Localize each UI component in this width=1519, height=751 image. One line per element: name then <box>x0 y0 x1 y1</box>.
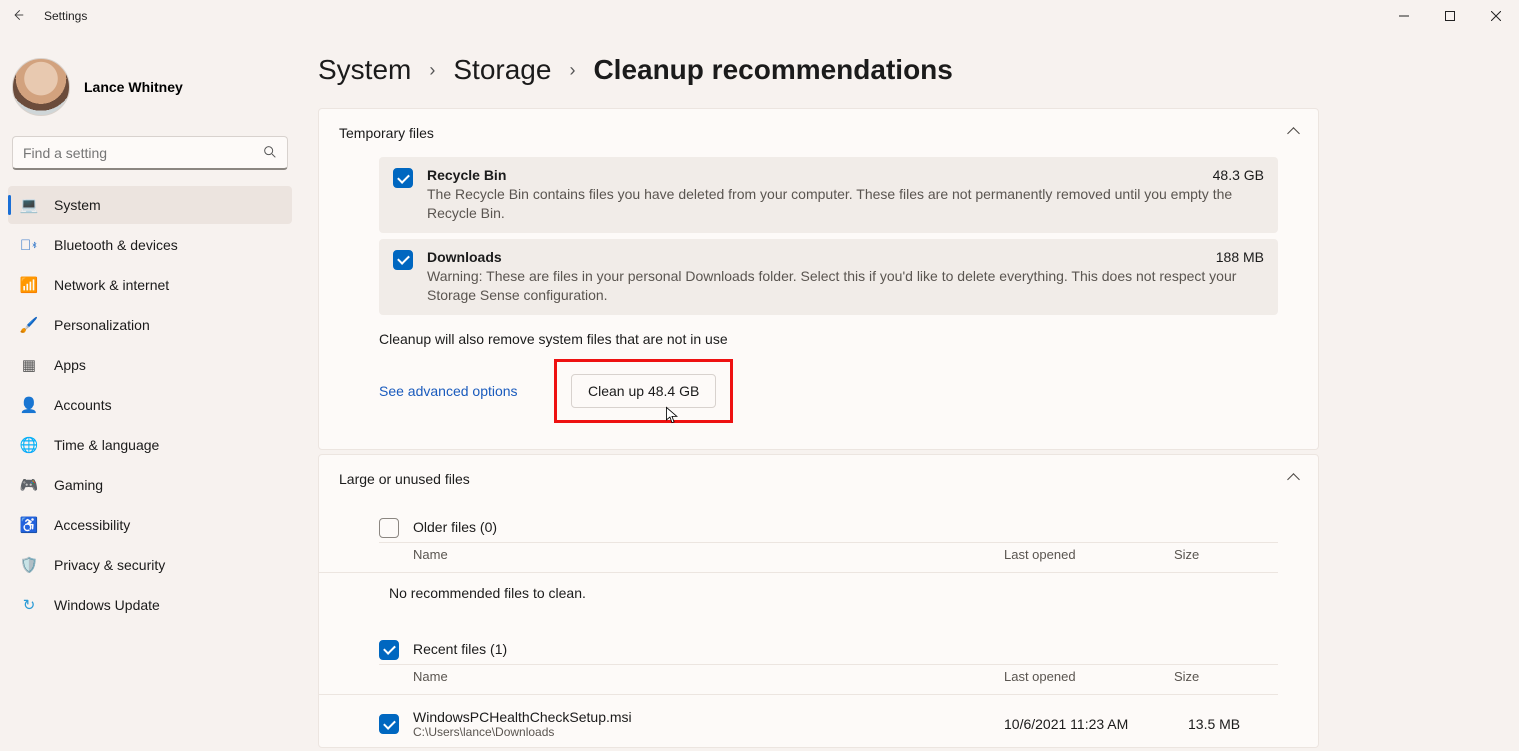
chevron-right-icon: › <box>429 60 435 81</box>
downloads-size: 188 MB <box>1216 249 1264 265</box>
sidebar-item-personalization[interactable]: 🖌️ Personalization <box>8 306 292 344</box>
time-language-icon: 🌐 <box>20 436 38 454</box>
sidebar-item-accounts[interactable]: 👤 Accounts <box>8 386 292 424</box>
breadcrumb-system[interactable]: System <box>318 54 411 86</box>
chevron-up-icon <box>1289 471 1298 487</box>
avatar <box>12 58 70 116</box>
page-title: Cleanup recommendations <box>593 54 952 86</box>
section-header-temporary[interactable]: Temporary files <box>319 109 1318 157</box>
file-path: C:\Users\lance\Downloads <box>413 725 990 739</box>
downloads-item: Downloads 188 MB Warning: These are file… <box>379 239 1278 315</box>
section-title: Large or unused files <box>339 471 470 487</box>
file-row[interactable]: WindowsPCHealthCheckSetup.msi C:\Users\l… <box>379 701 1278 743</box>
privacy-icon: 🛡️ <box>20 556 38 574</box>
downloads-title: Downloads <box>427 249 502 265</box>
col-name: Name <box>413 547 1004 562</box>
sidebar-item-system[interactable]: 💻 System <box>8 186 292 224</box>
cursor-icon <box>665 406 679 427</box>
sidebar-item-label: Network & internet <box>54 277 169 293</box>
downloads-desc: Warning: These are files in your persona… <box>427 267 1264 305</box>
sidebar-item-label: System <box>54 197 101 213</box>
network-icon: 📶 <box>20 276 38 294</box>
recycle-bin-item: Recycle Bin 48.3 GB The Recycle Bin cont… <box>379 157 1278 233</box>
recent-files-label: Recent files (1) <box>413 641 507 657</box>
sidebar-item-apps[interactable]: ▦ Apps <box>8 346 292 384</box>
highlight-box: Clean up 48.4 GB <box>554 359 733 423</box>
personalization-icon: 🖌️ <box>20 316 38 334</box>
sidebar-item-label: Time & language <box>54 437 159 453</box>
sidebar-item-windows-update[interactable]: ↻ Windows Update <box>8 586 292 624</box>
see-advanced-link[interactable]: See advanced options <box>379 383 518 399</box>
recent-files-checkbox[interactable] <box>379 640 399 660</box>
close-button[interactable] <box>1473 0 1519 32</box>
sidebar-item-accessibility[interactable]: ♿ Accessibility <box>8 506 292 544</box>
sidebar-item-label: Gaming <box>54 477 103 493</box>
file-checkbox[interactable] <box>379 714 399 734</box>
older-files-label: Older files (0) <box>413 519 497 535</box>
cleanup-button[interactable]: Clean up 48.4 GB <box>571 374 716 408</box>
recycle-bin-desc: The Recycle Bin contains files you have … <box>427 185 1264 223</box>
titlebar: Settings <box>0 0 1519 32</box>
chevron-up-icon <box>1289 125 1298 141</box>
col-opened: Last opened <box>1004 669 1174 684</box>
apps-icon: ▦ <box>20 356 38 374</box>
sidebar-item-label: Accessibility <box>54 517 130 533</box>
minimize-button[interactable] <box>1381 0 1427 32</box>
sidebar-item-gaming[interactable]: 🎮 Gaming <box>8 466 292 504</box>
file-opened: 10/6/2021 11:23 AM <box>1004 716 1174 732</box>
gaming-icon: 🎮 <box>20 476 38 494</box>
sidebar-item-network[interactable]: 📶 Network & internet <box>8 266 292 304</box>
breadcrumb: System › Storage › Cleanup recommendatio… <box>318 40 1519 108</box>
maximize-button[interactable] <box>1427 0 1473 32</box>
sidebar-item-label: Privacy & security <box>54 557 165 573</box>
profile-block[interactable]: Lance Whitney <box>8 40 292 136</box>
back-button[interactable] <box>0 8 36 25</box>
sidebar-item-privacy[interactable]: 🛡️ Privacy & security <box>8 546 292 584</box>
section-header-large[interactable]: Large or unused files <box>319 455 1318 503</box>
sidebar-item-label: Personalization <box>54 317 150 333</box>
user-name: Lance Whitney <box>84 79 183 95</box>
col-size: Size <box>1174 669 1264 684</box>
col-size: Size <box>1174 547 1264 562</box>
large-unused-section: Large or unused files Older files (0) Na… <box>318 454 1319 748</box>
section-title: Temporary files <box>339 125 434 141</box>
search-input[interactable] <box>12 136 288 170</box>
downloads-checkbox[interactable] <box>393 250 413 270</box>
bluetooth-icon: ︎ <box>20 237 38 254</box>
recycle-bin-size: 48.3 GB <box>1213 167 1264 183</box>
chevron-right-icon: › <box>569 60 575 81</box>
temporary-files-section: Temporary files Recycle Bin 48.3 GB The … <box>318 108 1319 450</box>
windows-update-icon: ↻ <box>20 596 38 614</box>
sidebar-item-label: Apps <box>54 357 86 373</box>
recycle-bin-title: Recycle Bin <box>427 167 506 183</box>
col-name: Name <box>413 669 1004 684</box>
recycle-bin-checkbox[interactable] <box>393 168 413 188</box>
no-files-message: No recommended files to clean. <box>319 573 1318 609</box>
search-box <box>12 136 288 170</box>
sidebar-item-time-language[interactable]: 🌐 Time & language <box>8 426 292 464</box>
older-files-checkbox[interactable] <box>379 518 399 538</box>
system-icon: 💻 <box>20 196 38 214</box>
sidebar: Lance Whitney 💻 System ︎ Bluetooth & de… <box>0 32 300 751</box>
search-icon <box>262 144 278 163</box>
sidebar-item-label: Windows Update <box>54 597 160 613</box>
table-header: Name Last opened Size <box>319 665 1278 695</box>
accessibility-icon: ♿ <box>20 516 38 534</box>
sidebar-item-label: Accounts <box>54 397 112 413</box>
cleanup-note: Cleanup will also remove system files th… <box>379 331 1318 347</box>
file-name: WindowsPCHealthCheckSetup.msi <box>413 709 990 725</box>
table-header: Name Last opened Size <box>319 543 1278 573</box>
file-size: 13.5 MB <box>1188 716 1278 732</box>
breadcrumb-storage[interactable]: Storage <box>453 54 551 86</box>
sidebar-item-label: Bluetooth & devices <box>54 237 178 253</box>
app-title: Settings <box>44 9 87 23</box>
col-opened: Last opened <box>1004 547 1174 562</box>
accounts-icon: 👤 <box>20 396 38 414</box>
sidebar-item-bluetooth[interactable]: ︎ Bluetooth & devices <box>8 226 292 264</box>
